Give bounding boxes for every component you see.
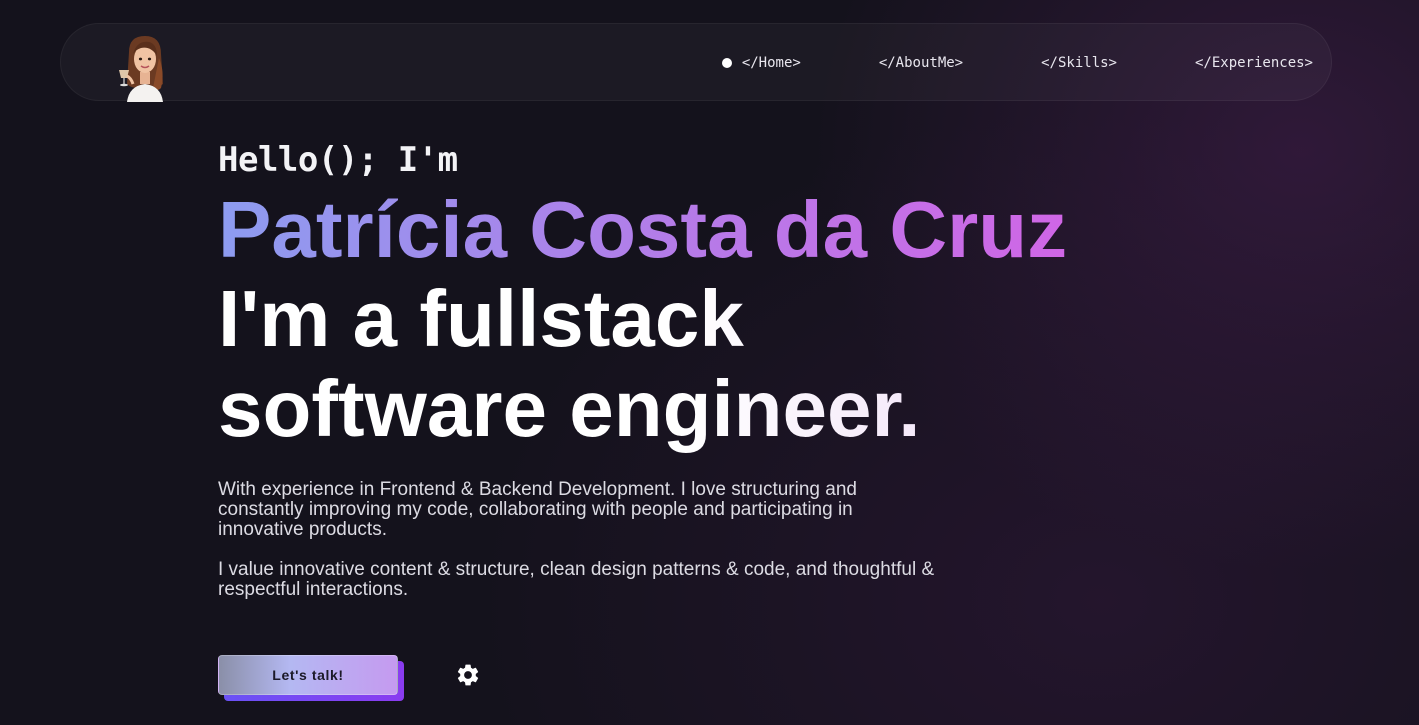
hero-name: Patrícia Costa da Cruz (218, 185, 1068, 274)
avatar[interactable] (115, 32, 171, 102)
nav-item-home[interactable]: </Home> (721, 55, 801, 71)
nav-item-experiences[interactable]: </Experiences> (1195, 55, 1313, 71)
top-navbar: </Home> </AboutMe> </Skills> </Experienc… (60, 23, 1332, 102)
hero-title: I'm a fullstack software engineer. (218, 274, 1058, 454)
nav-item-skills[interactable]: </Skills> (1041, 55, 1117, 71)
cta-container: Let's talk! (218, 655, 404, 701)
gear-icon[interactable] (455, 662, 481, 688)
hero-description-1: With experience in Frontend & Backend De… (218, 479, 857, 540)
lets-talk-button[interactable]: Let's talk! (218, 655, 398, 695)
hero-description-2: I value innovative content & structure, … (218, 559, 935, 600)
main-nav: </Home> </AboutMe> </Skills> </Experienc… (721, 24, 1313, 102)
nav-item-label: </Skills> (1041, 55, 1117, 71)
active-indicator-icon (721, 58, 732, 68)
hero-section: Hello(); I'm Patrícia Costa da Cruz I'm … (218, 138, 1067, 454)
nav-item-label: </Home> (741, 55, 801, 71)
nav-item-label: </Experiences> (1194, 55, 1313, 71)
greeting-text: Hello(); I'm (218, 140, 458, 180)
nav-item-aboutme[interactable]: </AboutMe> (879, 55, 963, 71)
nav-item-label: </AboutMe> (878, 55, 964, 71)
memoji-avatar-icon (119, 36, 163, 102)
